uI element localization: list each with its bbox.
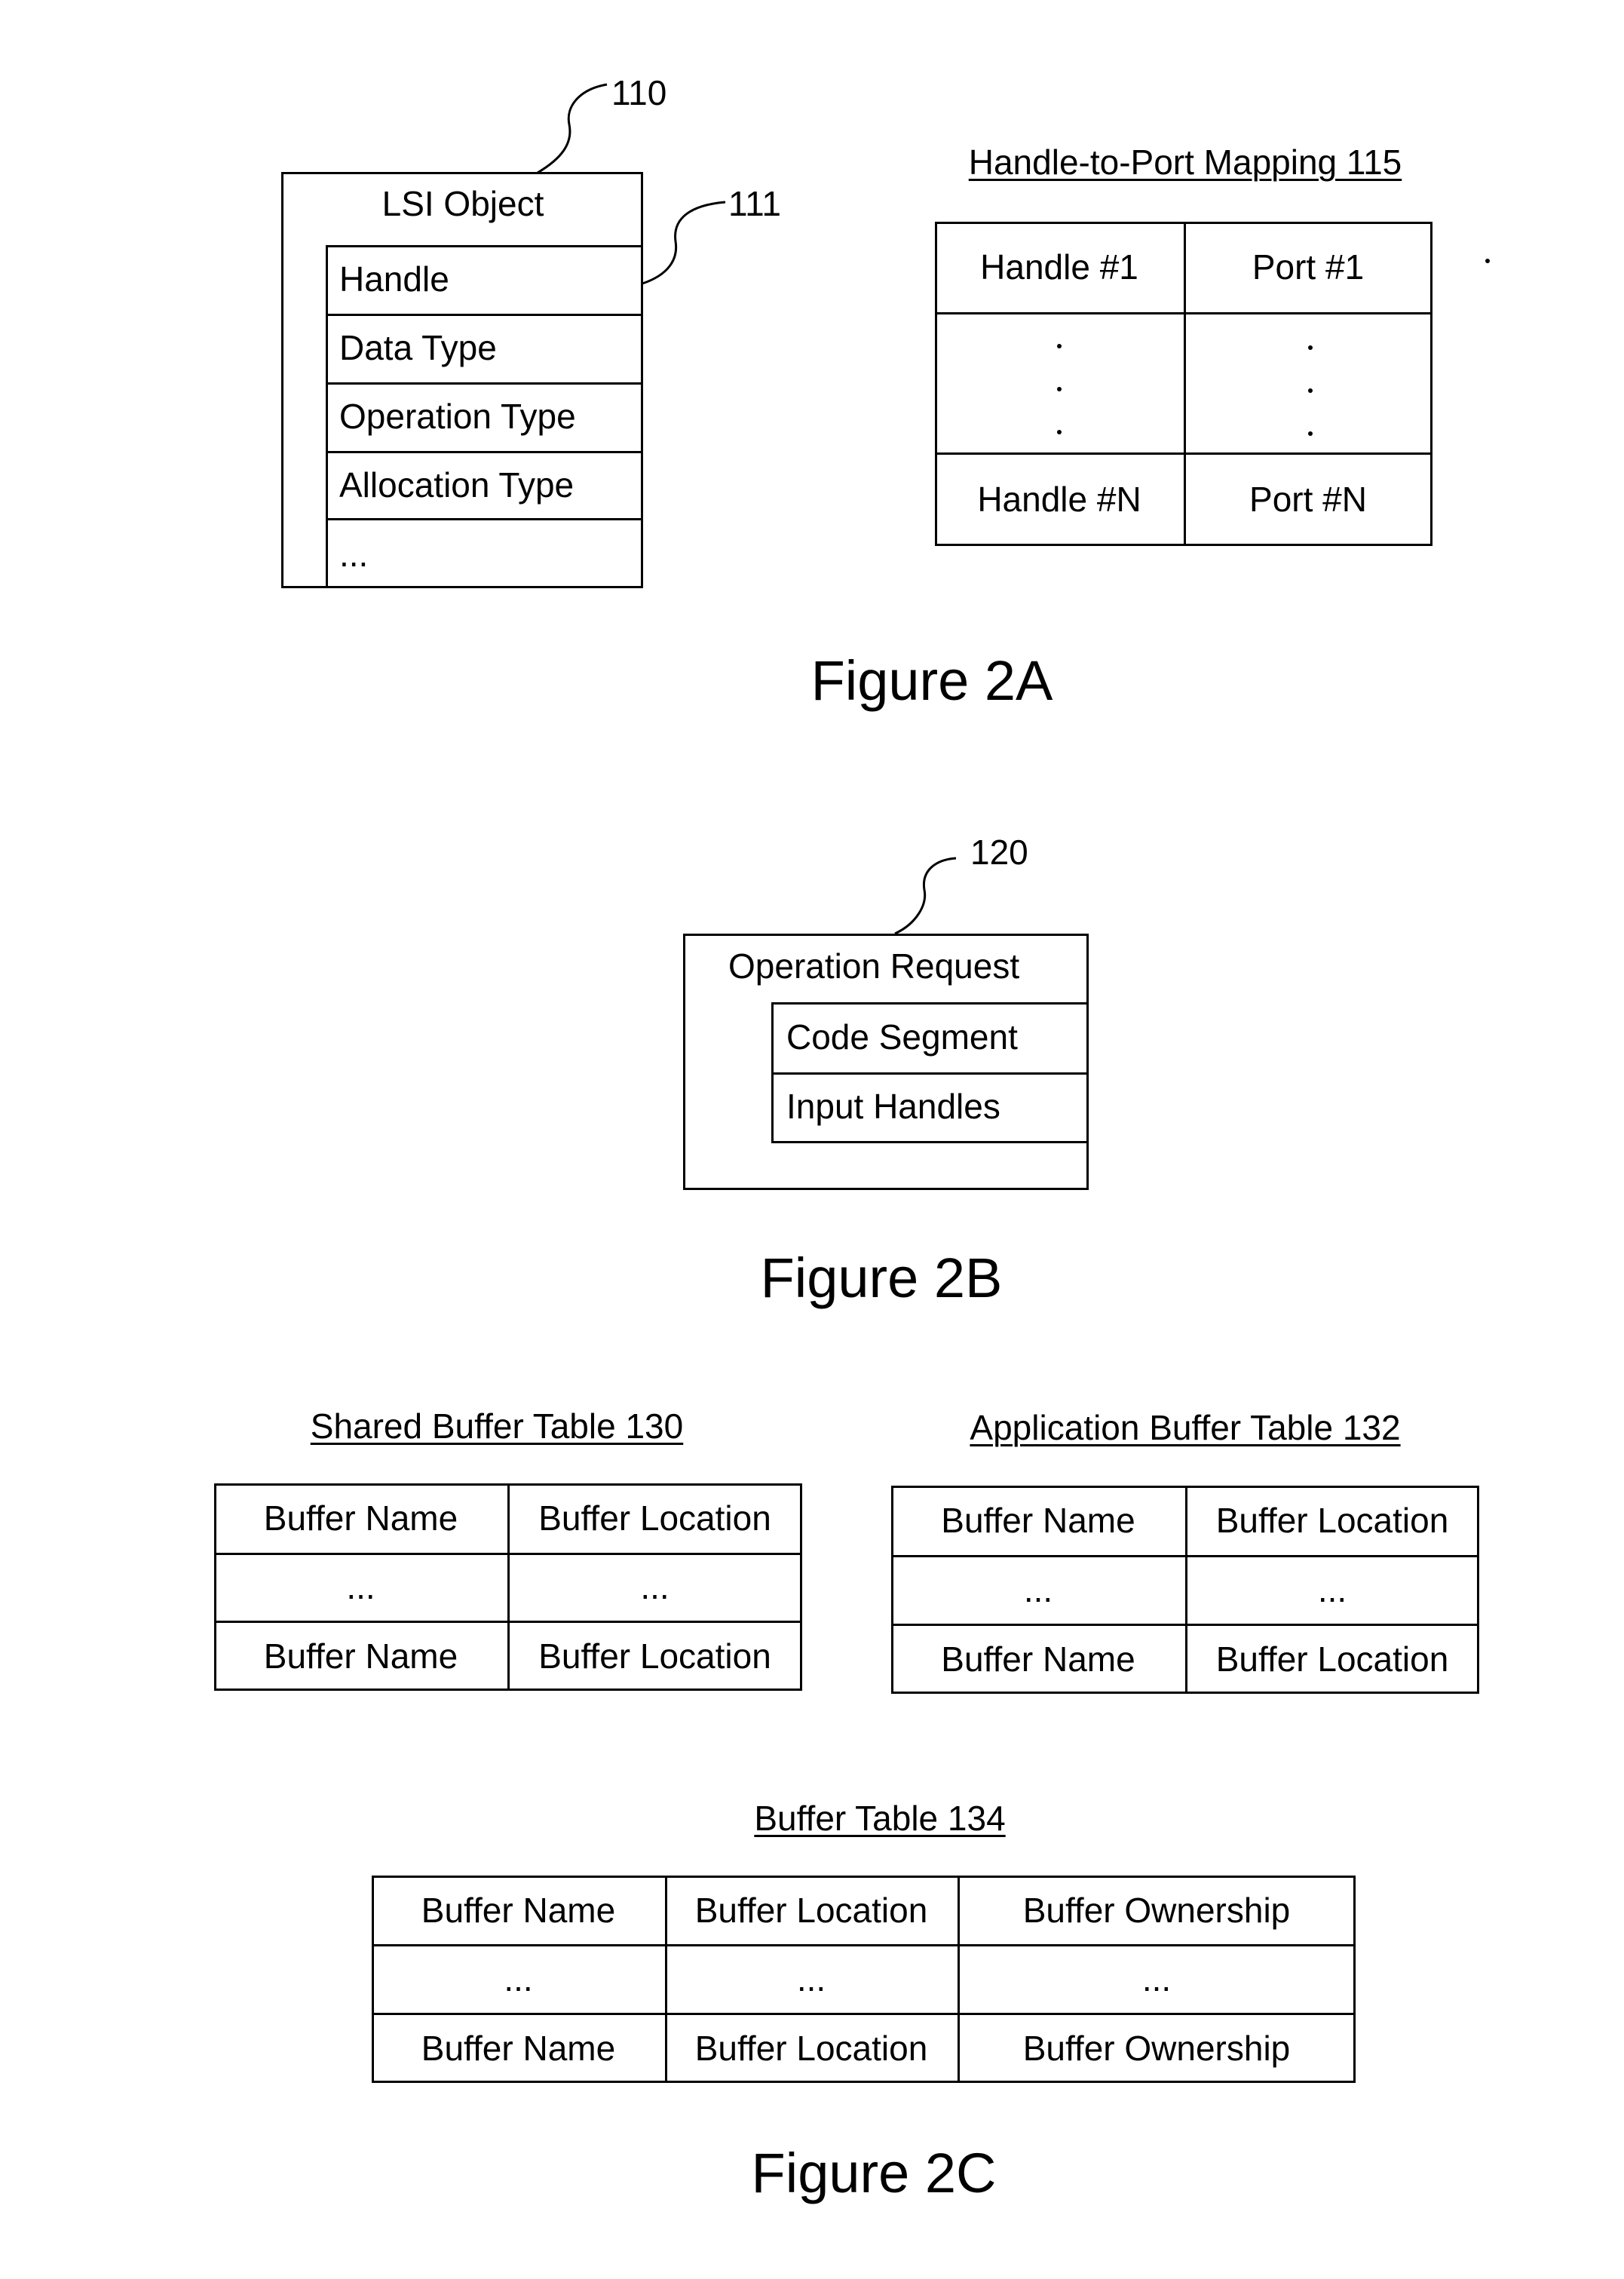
table-cell: Buffer Ownership [1022, 1890, 1291, 1930]
figure-2c-caption: Figure 2C [751, 2142, 997, 2204]
field-row-divider [771, 1072, 1089, 1075]
ref-label-120: 120 [970, 833, 1028, 872]
buffer-table-title: Buffer Table 134 [754, 1799, 1006, 1838]
table-cell: Buffer Location [694, 2028, 928, 2068]
table-cell: ... [504, 1958, 533, 1998]
table-cell: Buffer Location [538, 1636, 771, 1676]
table-cell: ... [640, 1567, 670, 1606]
table-cell: Buffer Location [1215, 1501, 1449, 1540]
table-cell: Buffer Name [263, 1636, 458, 1676]
table-cell: ... [1023, 1569, 1053, 1609]
table-cell: ... [346, 1567, 375, 1606]
leader-line-120 [894, 857, 957, 935]
table-cell: Buffer Ownership [1022, 2028, 1291, 2068]
figure-2b-caption: Figure 2B [760, 1247, 1003, 1309]
table-cell: Buffer Name [263, 1498, 458, 1538]
table-cell: Buffer Name [421, 1890, 616, 1930]
table-cell: ... [796, 1958, 826, 1998]
table-cell: ... [1141, 1958, 1172, 1998]
table-cell: Buffer Location [538, 1498, 771, 1538]
operation-request-title: Operation Request [728, 946, 1020, 986]
table-cell: Buffer Name [421, 2028, 616, 2068]
table-cell: Buffer Location [1215, 1639, 1449, 1679]
field-input-handles: Input Handles [786, 1087, 1000, 1126]
field-code-segment: Code Segment [786, 1017, 1018, 1057]
table-cell: Buffer Name [941, 1639, 1135, 1679]
shared-buffer-table-title: Shared Buffer Table 130 [310, 1406, 684, 1446]
table-cell: Buffer Location [694, 1890, 928, 1930]
table-cell: ... [1317, 1569, 1347, 1609]
table-cell: Buffer Name [941, 1501, 1135, 1540]
application-buffer-table-title: Application Buffer Table 132 [970, 1408, 1401, 1447]
